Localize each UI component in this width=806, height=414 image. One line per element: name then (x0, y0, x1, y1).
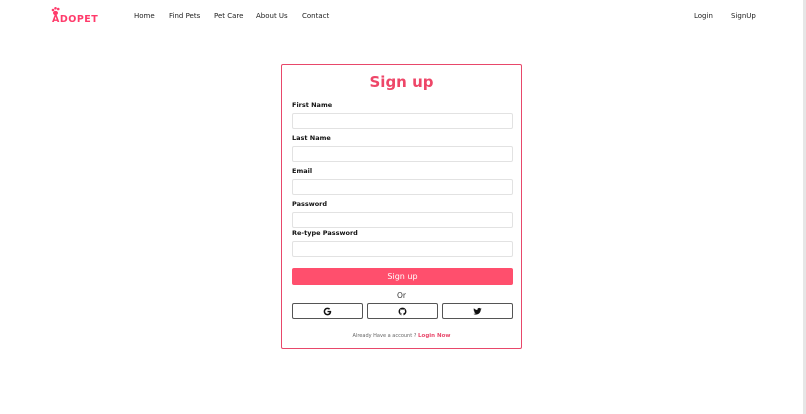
email-input[interactable] (292, 179, 513, 195)
last-name-input[interactable] (292, 146, 513, 162)
github-icon (398, 307, 407, 315)
main-nav: Home Find Pets Pet Care About Us Contact… (0, 12, 806, 24)
password-label: Password (292, 200, 328, 208)
password-input[interactable] (292, 212, 513, 228)
signup-title: Sign up (369, 73, 434, 91)
nav-contact[interactable]: Contact (302, 12, 329, 20)
nav-home[interactable]: Home (134, 12, 155, 20)
google-icon (323, 307, 332, 315)
first-name-input[interactable] (292, 113, 513, 129)
nav-signup[interactable]: SignUp (731, 12, 756, 20)
or-divider: Or (397, 291, 406, 300)
first-name-label: First Name (292, 101, 333, 109)
email-label: Email (292, 167, 313, 175)
last-name-label: Last Name (292, 134, 331, 142)
nav-login[interactable]: Login (694, 12, 713, 20)
github-signup-button[interactable] (367, 303, 438, 319)
google-signup-button[interactable] (292, 303, 363, 319)
signup-card: Sign up First Name Last Name Email Passw… (281, 64, 522, 349)
twitter-icon (473, 307, 482, 315)
twitter-signup-button[interactable] (442, 303, 513, 319)
login-prompt: Already Have a account ? Login Now (282, 333, 521, 339)
login-prompt-text: Already Have a account ? (352, 333, 419, 339)
retype-password-label: Re-type Password (292, 229, 358, 237)
retype-password-input[interactable] (292, 241, 513, 257)
nav-find-pets[interactable]: Find Pets (169, 12, 200, 20)
login-now-link[interactable]: Login Now (418, 333, 450, 339)
nav-pet-care[interactable]: Pet Care (214, 12, 243, 20)
signup-submit-button[interactable]: Sign up (292, 268, 513, 285)
nav-about-us[interactable]: About Us (256, 12, 288, 20)
